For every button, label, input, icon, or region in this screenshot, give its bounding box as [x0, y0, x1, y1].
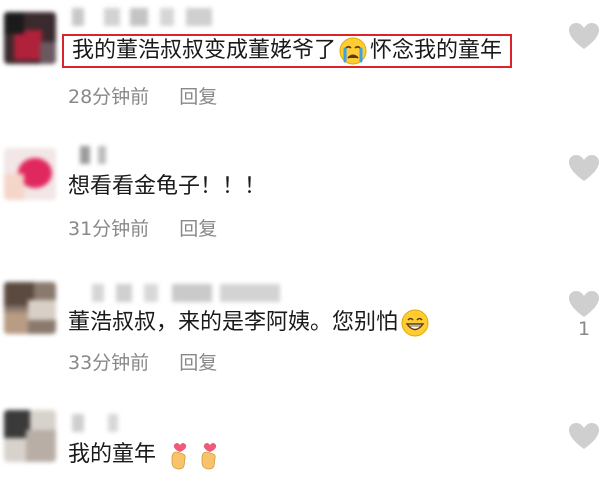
comment-text-part: 我的董浩叔叔变成董姥爷了 — [72, 38, 337, 63]
username-blurred[interactable] — [68, 284, 288, 302]
comment-text-part: 想看看金龟子！！！ — [68, 174, 267, 199]
reply-button[interactable]: 回复 — [179, 352, 217, 374]
comment-text: 董浩叔叔，来的是李阿姨。您别怕 — [68, 308, 432, 338]
username-blurred[interactable] — [68, 8, 218, 26]
crying-face-emoji — [339, 37, 367, 65]
like-heart-icon[interactable] — [568, 154, 600, 182]
comment-time: 31分钟前 — [68, 218, 150, 240]
finger-heart-emoji — [164, 440, 224, 470]
reply-button[interactable]: 回复 — [179, 218, 217, 240]
comment-time: 33分钟前 — [68, 352, 150, 374]
reply-button[interactable]: 回复 — [179, 86, 217, 108]
finger-heart-icon — [201, 443, 217, 470]
like-heart-icon[interactable] — [568, 290, 600, 318]
comment-text: 想看看金龟子！！！ — [68, 172, 266, 202]
avatar[interactable] — [4, 410, 56, 462]
like-heart-icon[interactable] — [568, 422, 600, 450]
comment-text: 我的董浩叔叔变成董姥爷了 怀念我的童年 — [62, 34, 513, 68]
comment-meta: 33分钟前 回复 — [68, 348, 217, 375]
username-blurred[interactable] — [68, 414, 218, 432]
username-blurred[interactable] — [68, 146, 218, 164]
avatar[interactable] — [4, 12, 56, 64]
finger-heart-icon — [171, 443, 187, 470]
avatar[interactable] — [4, 148, 56, 200]
like-heart-icon[interactable] — [568, 22, 600, 50]
avatar[interactable] — [4, 282, 56, 334]
comment-time: 28分钟前 — [68, 86, 150, 108]
comment-text-part: 董浩叔叔，来的是李阿姨。您别怕 — [68, 310, 399, 335]
comment-text: 我的童年 — [68, 440, 224, 470]
like-count: 1 — [578, 318, 591, 340]
grinning-face-emoji — [401, 309, 429, 337]
comment-text-part: 我的童年 — [68, 442, 157, 467]
comment-text-part: 怀念我的童年 — [370, 38, 503, 63]
comment-meta: 31分钟前 回复 — [68, 214, 217, 241]
comment-meta: 28分钟前 回复 — [68, 82, 217, 109]
